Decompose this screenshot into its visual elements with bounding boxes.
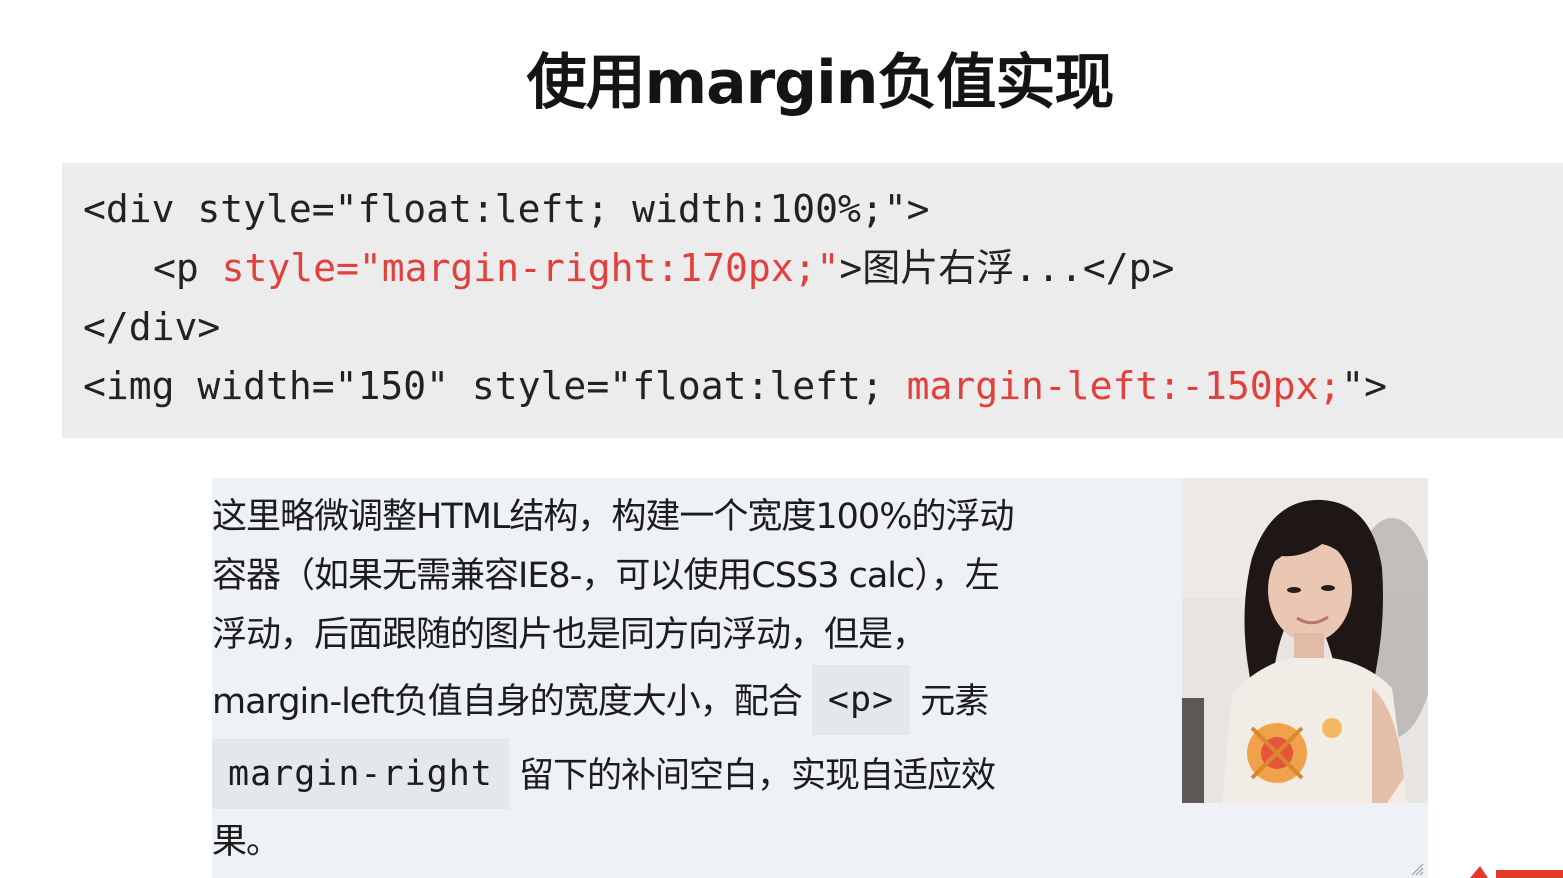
demo-text-line-5-b: 留下的补间空白，实现自适应效 (508, 756, 996, 796)
demo-text-line-4: margin-left负值自身的宽度大小，配合 <p> 元素 (212, 665, 1142, 739)
demo-text-line-5: margin-right 留下的补间空白，实现自适应效 (212, 739, 1142, 813)
code-block: <div style="float:left; width:100%;"> <p… (62, 163, 1563, 438)
demo-text-line-2: 容器（如果无需兼容IE8-，可以使用CSS3 calc），左 (212, 556, 1000, 596)
inline-code-margin-right: margin-right (212, 739, 509, 809)
code-highlight-margin-right: style="margin-right:170px;" (221, 246, 840, 290)
demo-text-line-4-a: margin-left负值自身的宽度大小，配合 (212, 682, 812, 722)
code-line-2-chinese: 图片右浮 (862, 246, 1015, 290)
portrait-photo (1182, 478, 1428, 803)
demo-text: 这里略微调整HTML结构，构建一个宽度100%的浮动 容器（如果无需兼容IE8-… (212, 488, 1142, 872)
code-line-4-suffix: "> (1341, 364, 1388, 408)
corner-logo-icon (1470, 866, 1563, 878)
inline-code-p: <p> (811, 665, 911, 735)
code-line-4-prefix: <img width="150" style="float:left; (83, 364, 907, 408)
code-line-1: <div style="float:left; width:100%;"> (83, 187, 930, 231)
portrait-illustration (1182, 478, 1428, 803)
code-line-2-prefix: <p (153, 246, 222, 290)
code-highlight-margin-left: margin-left:-150px; (906, 364, 1342, 408)
demo-text-line-4-b: 元素 (910, 682, 989, 722)
resize-grip-icon[interactable] (1410, 862, 1424, 876)
demo-text-line-6: 果。 (212, 822, 281, 862)
demo-text-line-1: 这里略微调整HTML结构，构建一个宽度100%的浮动 (212, 497, 1014, 537)
code-line-2: <p style="margin-right:170px;">图片右浮...</… (153, 243, 1174, 293)
code-line-3: </div> (83, 305, 221, 349)
slide-title: 使用margin负值实现 (526, 48, 1115, 118)
code-line-2-suffix: > (839, 246, 863, 290)
demo-text-line-3: 浮动，后面跟随的图片也是同方向浮动，但是， (212, 615, 927, 655)
demo-box: 这里略微调整HTML结构，构建一个宽度100%的浮动 容器（如果无需兼容IE8-… (212, 478, 1428, 878)
code-line-4: <img width="150" style="float:left; marg… (83, 361, 1387, 411)
code-line-2-end: ...</p> (1014, 246, 1175, 290)
